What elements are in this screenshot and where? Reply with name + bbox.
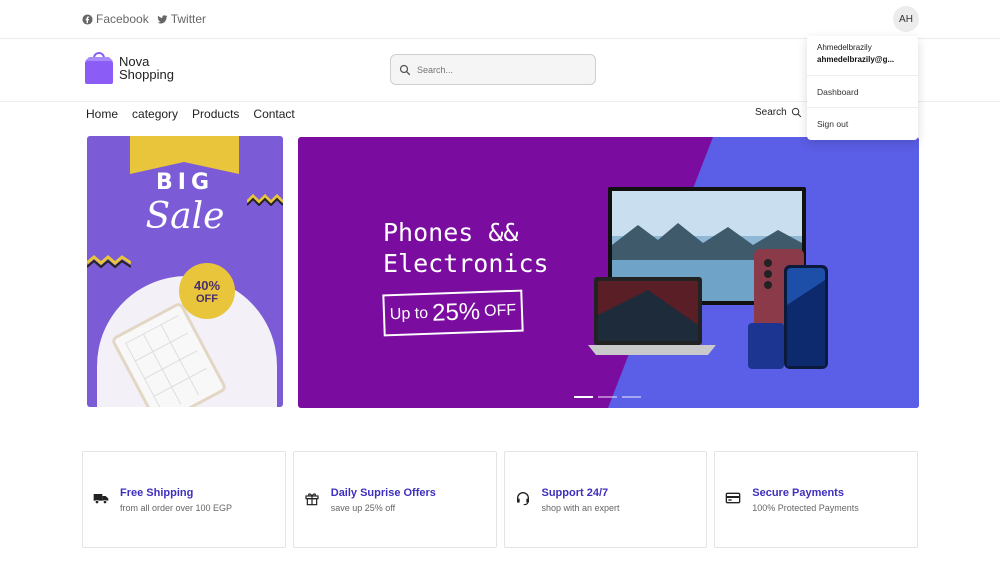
- social-links: Facebook Twitter: [82, 12, 206, 26]
- side-promo-banner[interactable]: BIG Sale 40% OFF: [87, 136, 283, 407]
- badge-off: OFF: [196, 292, 218, 305]
- nav-link-home[interactable]: Home: [86, 107, 118, 121]
- feature-subtitle: from all order over 100 EGP: [120, 503, 233, 513]
- offer-suffix: OFF: [483, 301, 517, 320]
- twitter-label: Twitter: [170, 12, 207, 26]
- user-name: Ahmedelbrazily: [817, 43, 872, 52]
- logo-text: Nova Shopping: [119, 55, 174, 81]
- credit-card-icon: [725, 492, 741, 504]
- facebook-link[interactable]: Facebook: [82, 12, 149, 26]
- user-info: Ahmedelbrazily ahmedelbrazily@g...: [807, 36, 918, 76]
- user-email: ahmedelbrazily@g...: [817, 55, 895, 64]
- zigzag-decoration: [87, 255, 131, 269]
- shopping-bag-icon: [85, 52, 113, 84]
- feature-title: Daily Suprise Offers: [330, 487, 436, 499]
- user-avatar[interactable]: AH: [893, 6, 919, 32]
- search-icon: [791, 107, 801, 118]
- headline-line2: Electronics: [383, 249, 549, 278]
- truck-icon: [93, 494, 109, 504]
- main-carousel-banner[interactable]: Phones && Electronics Up to 25% OFF: [298, 137, 919, 408]
- twitter-icon: [157, 14, 168, 23]
- header-search: [390, 54, 596, 85]
- user-dropdown-menu: Ahmedelbrazily ahmedelbrazily@g... Dashb…: [807, 36, 918, 140]
- feature-title: Support 24/7: [541, 487, 609, 499]
- nav-links: Home category Products Contact: [86, 107, 295, 121]
- ribbon-decoration: [130, 136, 239, 162]
- feature-subtitle: shop with an expert: [541, 503, 620, 513]
- carousel-dot-3[interactable]: [622, 396, 641, 398]
- search-icon: [399, 64, 411, 75]
- headline-line1: Phones &&: [383, 218, 519, 247]
- electronics-image: [588, 187, 828, 369]
- feature-card-payments: Secure Payments 100% Protected Payments: [714, 451, 918, 548]
- facebook-label: Facebook: [96, 12, 149, 26]
- carousel-dot-2[interactable]: [598, 396, 617, 398]
- nav-link-products[interactable]: Products: [192, 107, 239, 121]
- feature-subtitle: save up 25% off: [330, 503, 396, 513]
- badge-percent: 40%: [193, 277, 221, 293]
- headset-icon: [516, 492, 529, 506]
- feature-card-shipping: Free Shipping from all order over 100 EG…: [82, 451, 286, 548]
- feature-title: Secure Payments: [752, 487, 844, 499]
- menu-item-sign-out[interactable]: Sign out: [807, 108, 918, 140]
- feature-card-support: Support 24/7 shop with an expert: [503, 451, 708, 548]
- facebook-icon: [82, 13, 93, 25]
- logo[interactable]: Nova Shopping: [84, 51, 174, 85]
- nav-search-button[interactable]: Search: [755, 107, 802, 118]
- nav-search-label: Search: [755, 107, 787, 118]
- offer-box: Up to 25% OFF: [382, 289, 524, 337]
- feature-subtitle: 100% Protected Payments: [752, 503, 859, 513]
- logo-line2: Shopping: [119, 67, 174, 82]
- carousel-dot-1[interactable]: [574, 396, 593, 398]
- search-input[interactable]: [417, 64, 587, 75]
- feature-card-offers: Daily Suprise Offers save up 25% off: [292, 451, 497, 548]
- gift-icon: [305, 493, 319, 506]
- features-row: Free Shipping from all order over 100 EG…: [82, 451, 918, 548]
- discount-badge: 40% OFF: [179, 263, 235, 319]
- offer-percent: 25%: [431, 298, 481, 327]
- menu-item-dashboard[interactable]: Dashboard: [807, 76, 918, 108]
- nav-link-category[interactable]: category: [132, 107, 178, 121]
- carousel-indicators: [574, 396, 641, 398]
- banner-headline: Phones && Electronics: [383, 217, 549, 279]
- nav-link-contact[interactable]: Contact: [253, 107, 294, 121]
- top-bar: Facebook Twitter AH: [0, 0, 1000, 39]
- feature-title: Free Shipping: [120, 487, 194, 499]
- twitter-link[interactable]: Twitter: [157, 12, 206, 26]
- offer-prefix: Up to: [389, 304, 429, 324]
- zigzag-decoration: [247, 193, 283, 206]
